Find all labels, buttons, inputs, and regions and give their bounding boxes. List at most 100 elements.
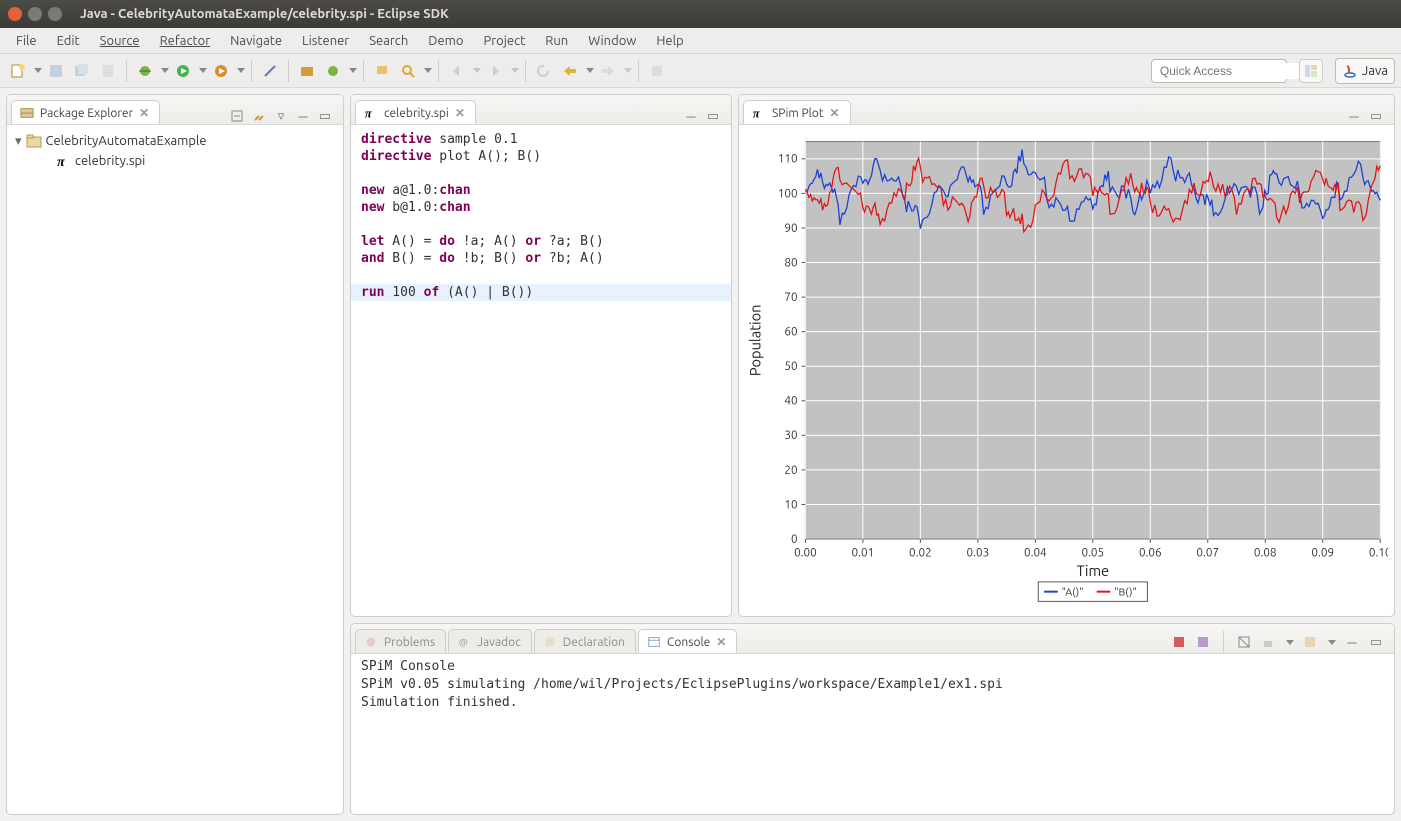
- back-button[interactable]: [558, 59, 582, 83]
- minimize-view-button[interactable]: ─: [683, 108, 699, 124]
- menu-window[interactable]: Window: [578, 31, 646, 51]
- code-text: ?b; A(): [541, 251, 604, 266]
- dropdown-icon[interactable]: [511, 68, 519, 73]
- menu-source-label: Source: [100, 34, 140, 48]
- search-button[interactable]: [396, 59, 420, 83]
- dropdown-icon[interactable]: [1286, 640, 1294, 645]
- open-perspective-button[interactable]: [1299, 59, 1323, 83]
- dropdown-icon[interactable]: [349, 68, 357, 73]
- svg-text:Population: Population: [747, 305, 764, 377]
- menu-refactor-label: Refactor: [160, 34, 211, 48]
- svg-text:90: 90: [784, 222, 797, 235]
- quick-access[interactable]: [1151, 59, 1287, 83]
- minimize-view-button[interactable]: ─: [1346, 108, 1362, 124]
- minimize-view-button[interactable]: ─: [295, 108, 311, 124]
- close-tab-icon[interactable]: ✕: [716, 635, 726, 649]
- tab-celebrity-spi[interactable]: π celebrity.spi ✕: [355, 100, 476, 124]
- nav-prev-button[interactable]: [445, 59, 469, 83]
- maximize-view-button[interactable]: ▭: [1368, 634, 1384, 650]
- dropdown-icon[interactable]: [473, 68, 481, 73]
- kw: directive: [361, 149, 431, 164]
- bottom-view: Problems @ Javadoc Declaration Console ✕: [350, 623, 1395, 815]
- tab-label: SPim Plot: [772, 107, 824, 120]
- svg-text:40: 40: [784, 395, 797, 408]
- code-text: plot A(); B(): [431, 149, 541, 164]
- print-button[interactable]: [96, 59, 120, 83]
- pin-console-button[interactable]: [1302, 634, 1318, 650]
- close-tab-icon[interactable]: ✕: [139, 106, 149, 120]
- tab-problems[interactable]: Problems: [355, 629, 446, 653]
- maximize-view-button[interactable]: ▭: [705, 108, 721, 124]
- close-tab-icon[interactable]: ✕: [830, 106, 840, 120]
- debug-button[interactable]: [133, 59, 157, 83]
- tab-console[interactable]: Console ✕: [638, 629, 737, 653]
- dropdown-icon[interactable]: [1328, 640, 1336, 645]
- tab-spim-plot[interactable]: π SPim Plot ✕: [743, 100, 851, 124]
- minimize-view-button[interactable]: ─: [1344, 634, 1360, 650]
- link-editor-button[interactable]: [251, 108, 267, 124]
- menu-navigate[interactable]: Navigate: [220, 31, 292, 51]
- dropdown-icon[interactable]: [586, 68, 594, 73]
- dropdown-icon[interactable]: [34, 68, 42, 73]
- maximize-view-button[interactable]: ▭: [1368, 108, 1384, 124]
- menu-search[interactable]: Search: [359, 31, 418, 51]
- menu-demo[interactable]: Demo: [418, 31, 473, 51]
- svg-text:0.06: 0.06: [1139, 547, 1162, 560]
- forward-button[interactable]: [596, 59, 620, 83]
- svg-text:110: 110: [778, 153, 798, 166]
- dropdown-icon[interactable]: [624, 68, 632, 73]
- save-button[interactable]: [44, 59, 68, 83]
- code-text: A() =: [384, 234, 439, 249]
- file-node[interactable]: π celebrity.spi: [15, 151, 335, 171]
- menu-edit[interactable]: Edit: [47, 31, 90, 51]
- collapse-all-button[interactable]: [229, 108, 245, 124]
- save-all-button[interactable]: [70, 59, 94, 83]
- project-label: CelebrityAutomataExample: [46, 134, 207, 148]
- tab-package-explorer[interactable]: Package Explorer ✕: [11, 100, 160, 124]
- project-node[interactable]: ▾ CelebrityAutomataExample: [15, 131, 335, 151]
- clear-console-button[interactable]: [1236, 634, 1252, 650]
- wand-button[interactable]: [258, 59, 282, 83]
- quick-access-input[interactable]: [1158, 63, 1317, 79]
- menu-run[interactable]: Run: [535, 31, 578, 51]
- menu-source[interactable]: Source: [90, 31, 150, 51]
- open-type-button[interactable]: [370, 59, 394, 83]
- last-edit-button[interactable]: [532, 59, 556, 83]
- minimize-window-button[interactable]: [28, 7, 42, 21]
- maximize-window-button[interactable]: [48, 7, 62, 21]
- dropdown-icon[interactable]: [237, 68, 245, 73]
- dropdown-icon[interactable]: [424, 68, 432, 73]
- remove-launch-button[interactable]: [1195, 634, 1211, 650]
- dropdown-icon[interactable]: [161, 68, 169, 73]
- scroll-lock-button[interactable]: [1260, 634, 1276, 650]
- pi-file-icon: π: [364, 106, 378, 120]
- perspective-java[interactable]: Java: [1335, 58, 1395, 84]
- code-editor[interactable]: directive sample 0.1 directive plot A();…: [351, 125, 731, 616]
- new-package-button[interactable]: [295, 59, 319, 83]
- tab-declaration[interactable]: Declaration: [534, 629, 636, 653]
- new-class-button[interactable]: [321, 59, 345, 83]
- console-output[interactable]: SPiM Console SPiM v0.05 simulating /home…: [351, 654, 1394, 814]
- new-button[interactable]: [6, 59, 30, 83]
- menu-listener[interactable]: Listener: [292, 31, 359, 51]
- expand-icon[interactable]: ▾: [15, 134, 22, 149]
- nav-next-button[interactable]: [483, 59, 507, 83]
- window-buttons: [0, 7, 70, 21]
- maximize-view-button[interactable]: ▭: [317, 108, 333, 124]
- bottom-tabs: Problems @ Javadoc Declaration Console ✕: [351, 624, 1394, 654]
- close-tab-icon[interactable]: ✕: [455, 106, 465, 120]
- menu-refactor[interactable]: Refactor: [150, 31, 221, 51]
- view-menu-button[interactable]: ▿: [273, 108, 289, 124]
- project-tree[interactable]: ▾ CelebrityAutomataExample π celebrity.s…: [7, 125, 343, 814]
- menu-help[interactable]: Help: [646, 31, 693, 51]
- close-window-button[interactable]: [8, 7, 22, 21]
- dropdown-icon[interactable]: [199, 68, 207, 73]
- menu-file[interactable]: File: [6, 31, 47, 51]
- pin-button[interactable]: [645, 59, 669, 83]
- run-last-button[interactable]: [209, 59, 233, 83]
- run-button[interactable]: [171, 59, 195, 83]
- problems-icon: [364, 635, 378, 649]
- menu-project[interactable]: Project: [473, 31, 535, 51]
- terminate-button[interactable]: [1171, 634, 1187, 650]
- tab-javadoc[interactable]: @ Javadoc: [448, 629, 532, 653]
